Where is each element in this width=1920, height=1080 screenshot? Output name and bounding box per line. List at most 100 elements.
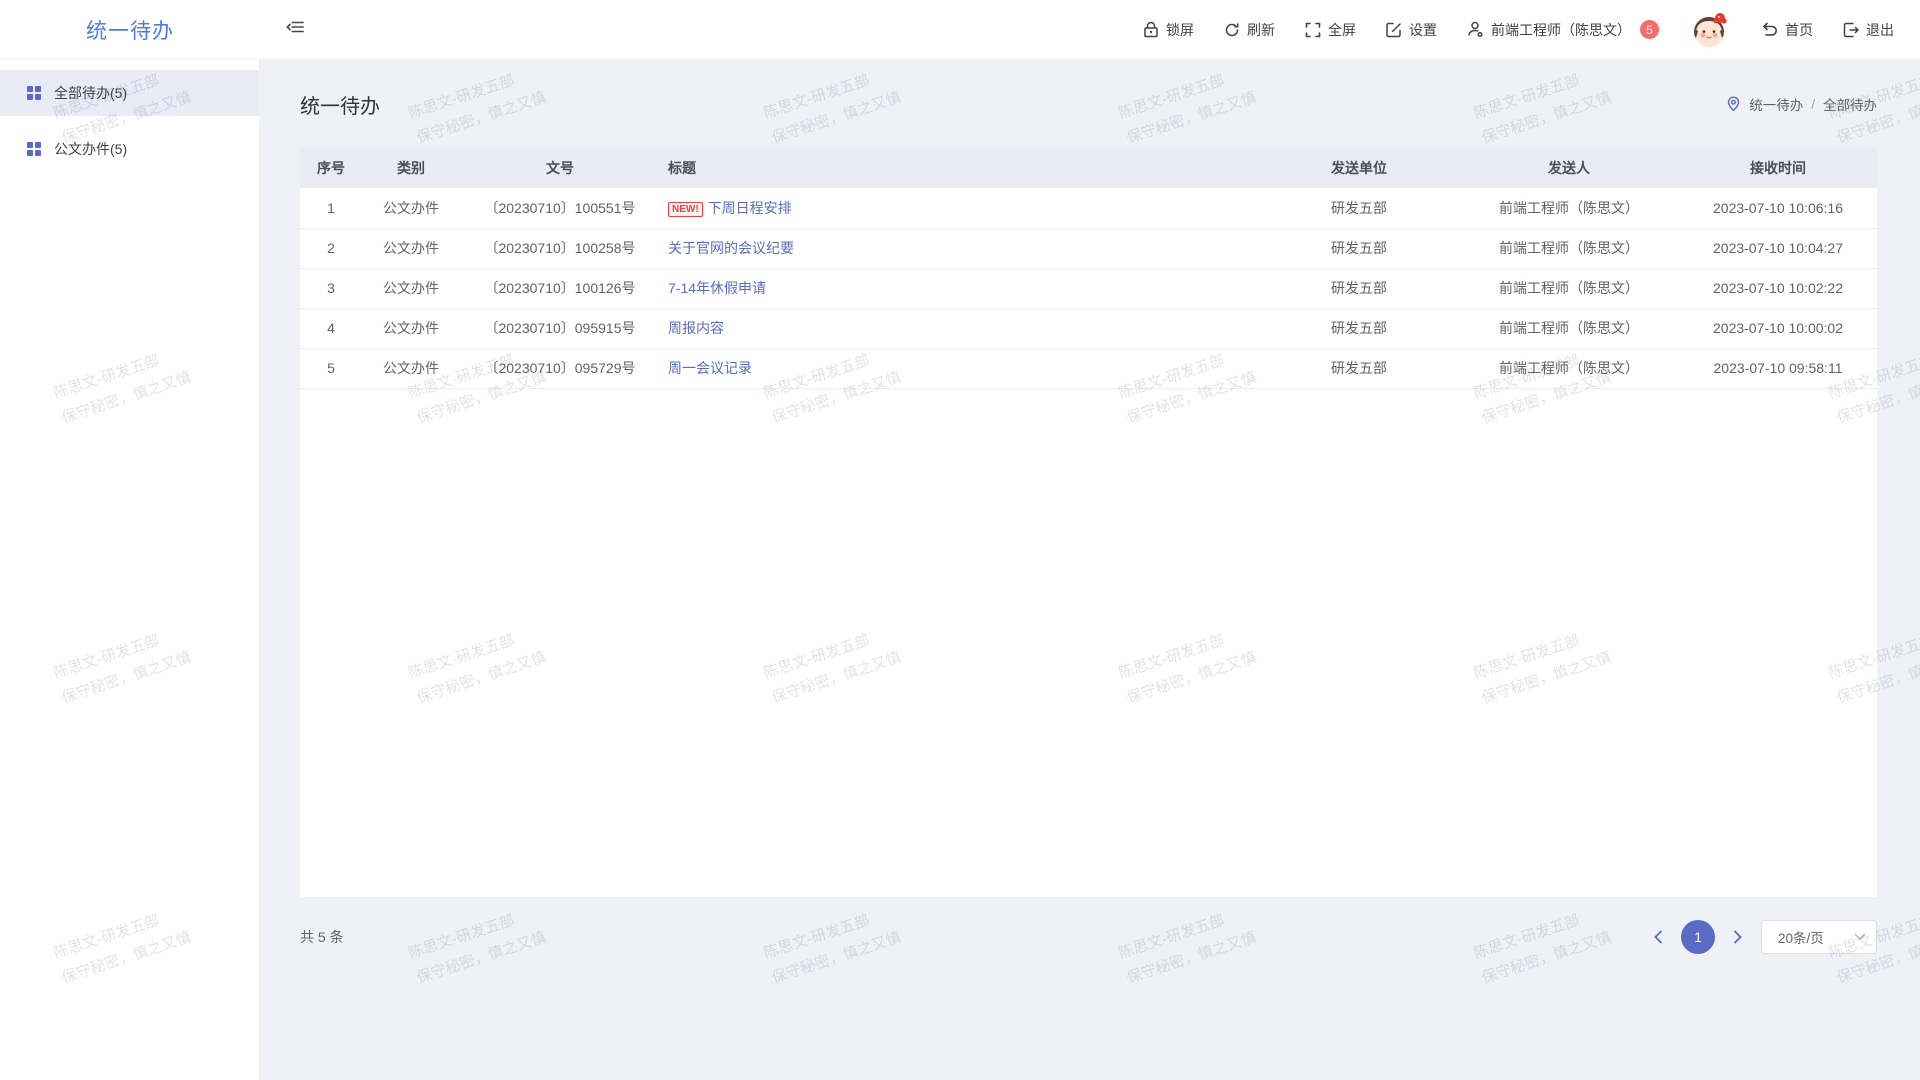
cell-sender: 前端工程师（陈思文） xyxy=(1459,188,1679,228)
cell-sender: 前端工程师（陈思文） xyxy=(1459,348,1679,388)
logout-icon xyxy=(1843,22,1859,38)
sidebar: 全部待办(5) 公文办件(5) xyxy=(0,60,260,1080)
main-content: 统一待办 统一待办 / 全部待办 序号 类别 文号 标题 xyxy=(260,60,1920,1080)
cell-received: 2023-07-10 10:06:16 xyxy=(1679,188,1877,228)
fullscreen-label: 全屏 xyxy=(1328,20,1356,40)
cell-sender: 前端工程师（陈思文） xyxy=(1459,268,1679,308)
cell-title: 周报内容 xyxy=(660,308,1259,348)
cell-title: NEW! 下周日程安排 xyxy=(660,188,1259,228)
fullscreen-button[interactable]: 全屏 xyxy=(1305,20,1356,40)
todo-title-link[interactable]: 关于官网的会议纪要 xyxy=(668,240,794,256)
table-row: 1 公文办件 〔20230710〕100551号 NEW! 下周日程安排 研发五部… xyxy=(300,188,1877,228)
lock-screen-button[interactable]: 锁屏 xyxy=(1143,20,1194,40)
pager: 1 20条/页 xyxy=(1649,920,1877,954)
page-size-select[interactable]: 20条/页 xyxy=(1761,920,1877,954)
cell-category: 公文办件 xyxy=(362,268,460,308)
home-label: 首页 xyxy=(1785,20,1813,40)
new-badge: NEW! xyxy=(668,202,703,217)
location-pin-icon xyxy=(1726,96,1741,112)
todo-title-link[interactable]: 7-14年休假申请 xyxy=(668,280,766,296)
home-button[interactable]: 首页 xyxy=(1761,20,1813,40)
cell-doc-no: 〔20230710〕095915号 xyxy=(460,308,660,348)
cell-title: 关于官网的会议纪要 xyxy=(660,228,1259,268)
logout-button[interactable]: 退出 xyxy=(1843,20,1894,40)
chevron-down-icon xyxy=(1854,933,1866,941)
settings-button[interactable]: 设置 xyxy=(1386,20,1437,40)
col-header-unit: 发送单位 xyxy=(1259,148,1459,188)
cell-received: 2023-07-10 10:00:02 xyxy=(1679,308,1877,348)
fullscreen-icon xyxy=(1305,22,1321,38)
todo-title-link[interactable]: 周报内容 xyxy=(668,320,724,336)
page-title: 统一待办 xyxy=(300,90,380,119)
refresh-label: 刷新 xyxy=(1247,20,1275,40)
todo-title-link[interactable]: 下周日程安排 xyxy=(708,200,792,216)
todo-title-link[interactable]: 周一会议记录 xyxy=(668,360,752,376)
user-avatar[interactable] xyxy=(1689,9,1731,51)
total-count-label: 共 5 条 xyxy=(300,927,344,947)
refresh-button[interactable]: 刷新 xyxy=(1224,20,1275,40)
todo-table: 序号 类别 文号 标题 发送单位 发送人 接收时间 1 公文办件 〔202307… xyxy=(300,148,1877,389)
breadcrumb-separator: / xyxy=(1811,97,1815,112)
cell-doc-no: 〔20230710〕095729号 xyxy=(460,348,660,388)
todo-table-card: 序号 类别 文号 标题 发送单位 发送人 接收时间 1 公文办件 〔202307… xyxy=(300,148,1877,897)
page-number-button[interactable]: 1 xyxy=(1681,920,1715,954)
breadcrumb: 统一待办 / 全部待办 xyxy=(1726,94,1877,114)
breadcrumb-root[interactable]: 统一待办 xyxy=(1749,94,1803,114)
cell-seq: 3 xyxy=(300,268,362,308)
menu-fold-icon xyxy=(286,19,304,40)
cell-received: 2023-07-10 10:04:27 xyxy=(1679,228,1877,268)
app-logo: 统一待办 xyxy=(0,15,260,45)
cell-unit: 研发五部 xyxy=(1259,228,1459,268)
breadcrumb-current: 全部待办 xyxy=(1823,94,1877,114)
undo-home-icon xyxy=(1761,22,1778,37)
table-row: 5 公文办件 〔20230710〕095729号 周一会议记录 研发五部 前端工… xyxy=(300,348,1877,388)
cell-unit: 研发五部 xyxy=(1259,268,1459,308)
prev-page-button[interactable] xyxy=(1649,926,1667,948)
cell-unit: 研发五部 xyxy=(1259,348,1459,388)
sidebar-item-official-docs[interactable]: 公文办件(5) xyxy=(0,126,259,172)
lock-screen-label: 锁屏 xyxy=(1166,20,1194,40)
refresh-icon xyxy=(1224,22,1240,38)
top-header: 统一待办 锁屏 刷新 xyxy=(0,0,1920,60)
cell-doc-no: 〔20230710〕100551号 xyxy=(460,188,660,228)
cell-category: 公文办件 xyxy=(362,188,460,228)
sidebar-item-all-todos[interactable]: 全部待办(5) xyxy=(0,70,259,116)
col-header-category: 类别 xyxy=(362,148,460,188)
settings-label: 设置 xyxy=(1409,20,1437,40)
col-header-received: 接收时间 xyxy=(1679,148,1877,188)
cell-received: 2023-07-10 09:58:11 xyxy=(1679,348,1877,388)
user-icon xyxy=(1467,21,1484,38)
table-row: 4 公文办件 〔20230710〕095915号 周报内容 研发五部 前端工程师… xyxy=(300,308,1877,348)
cell-seq: 1 xyxy=(300,188,362,228)
pagination-bar: 共 5 条 1 20条/页 xyxy=(300,897,1877,977)
cell-unit: 研发五部 xyxy=(1259,188,1459,228)
user-name-label: 前端工程师（陈思文） xyxy=(1491,20,1631,40)
logout-label: 退出 xyxy=(1866,20,1894,40)
cell-seq: 5 xyxy=(300,348,362,388)
user-menu[interactable]: 前端工程师（陈思文） 5 xyxy=(1467,20,1659,40)
cell-category: 公文办件 xyxy=(362,228,460,268)
grid-icon xyxy=(26,141,42,157)
header-actions: 锁屏 刷新 全屏 设置 xyxy=(1143,9,1920,51)
notification-badge[interactable]: 5 xyxy=(1640,20,1659,39)
sidebar-item-label: 公文办件(5) xyxy=(54,139,127,159)
table-row: 2 公文办件 〔20230710〕100258号 关于官网的会议纪要 研发五部 … xyxy=(300,228,1877,268)
settings-icon xyxy=(1386,22,1402,38)
col-header-doc-no: 文号 xyxy=(460,148,660,188)
sidebar-collapse-button[interactable] xyxy=(286,19,304,40)
cell-title: 7-14年休假申请 xyxy=(660,268,1259,308)
cell-seq: 2 xyxy=(300,228,362,268)
page-size-value: 20条/页 xyxy=(1778,927,1824,947)
cell-sender: 前端工程师（陈思文） xyxy=(1459,228,1679,268)
grid-icon xyxy=(26,85,42,101)
next-page-button[interactable] xyxy=(1729,926,1747,948)
cell-received: 2023-07-10 10:02:22 xyxy=(1679,268,1877,308)
cell-sender: 前端工程师（陈思文） xyxy=(1459,308,1679,348)
table-header-row: 序号 类别 文号 标题 发送单位 发送人 接收时间 xyxy=(300,148,1877,188)
table-body: 1 公文办件 〔20230710〕100551号 NEW! 下周日程安排 研发五部… xyxy=(300,188,1877,388)
cell-category: 公文办件 xyxy=(362,308,460,348)
col-header-sender: 发送人 xyxy=(1459,148,1679,188)
col-header-title: 标题 xyxy=(660,148,1259,188)
table-row: 3 公文办件 〔20230710〕100126号 7-14年休假申请 研发五部 … xyxy=(300,268,1877,308)
cell-category: 公文办件 xyxy=(362,348,460,388)
